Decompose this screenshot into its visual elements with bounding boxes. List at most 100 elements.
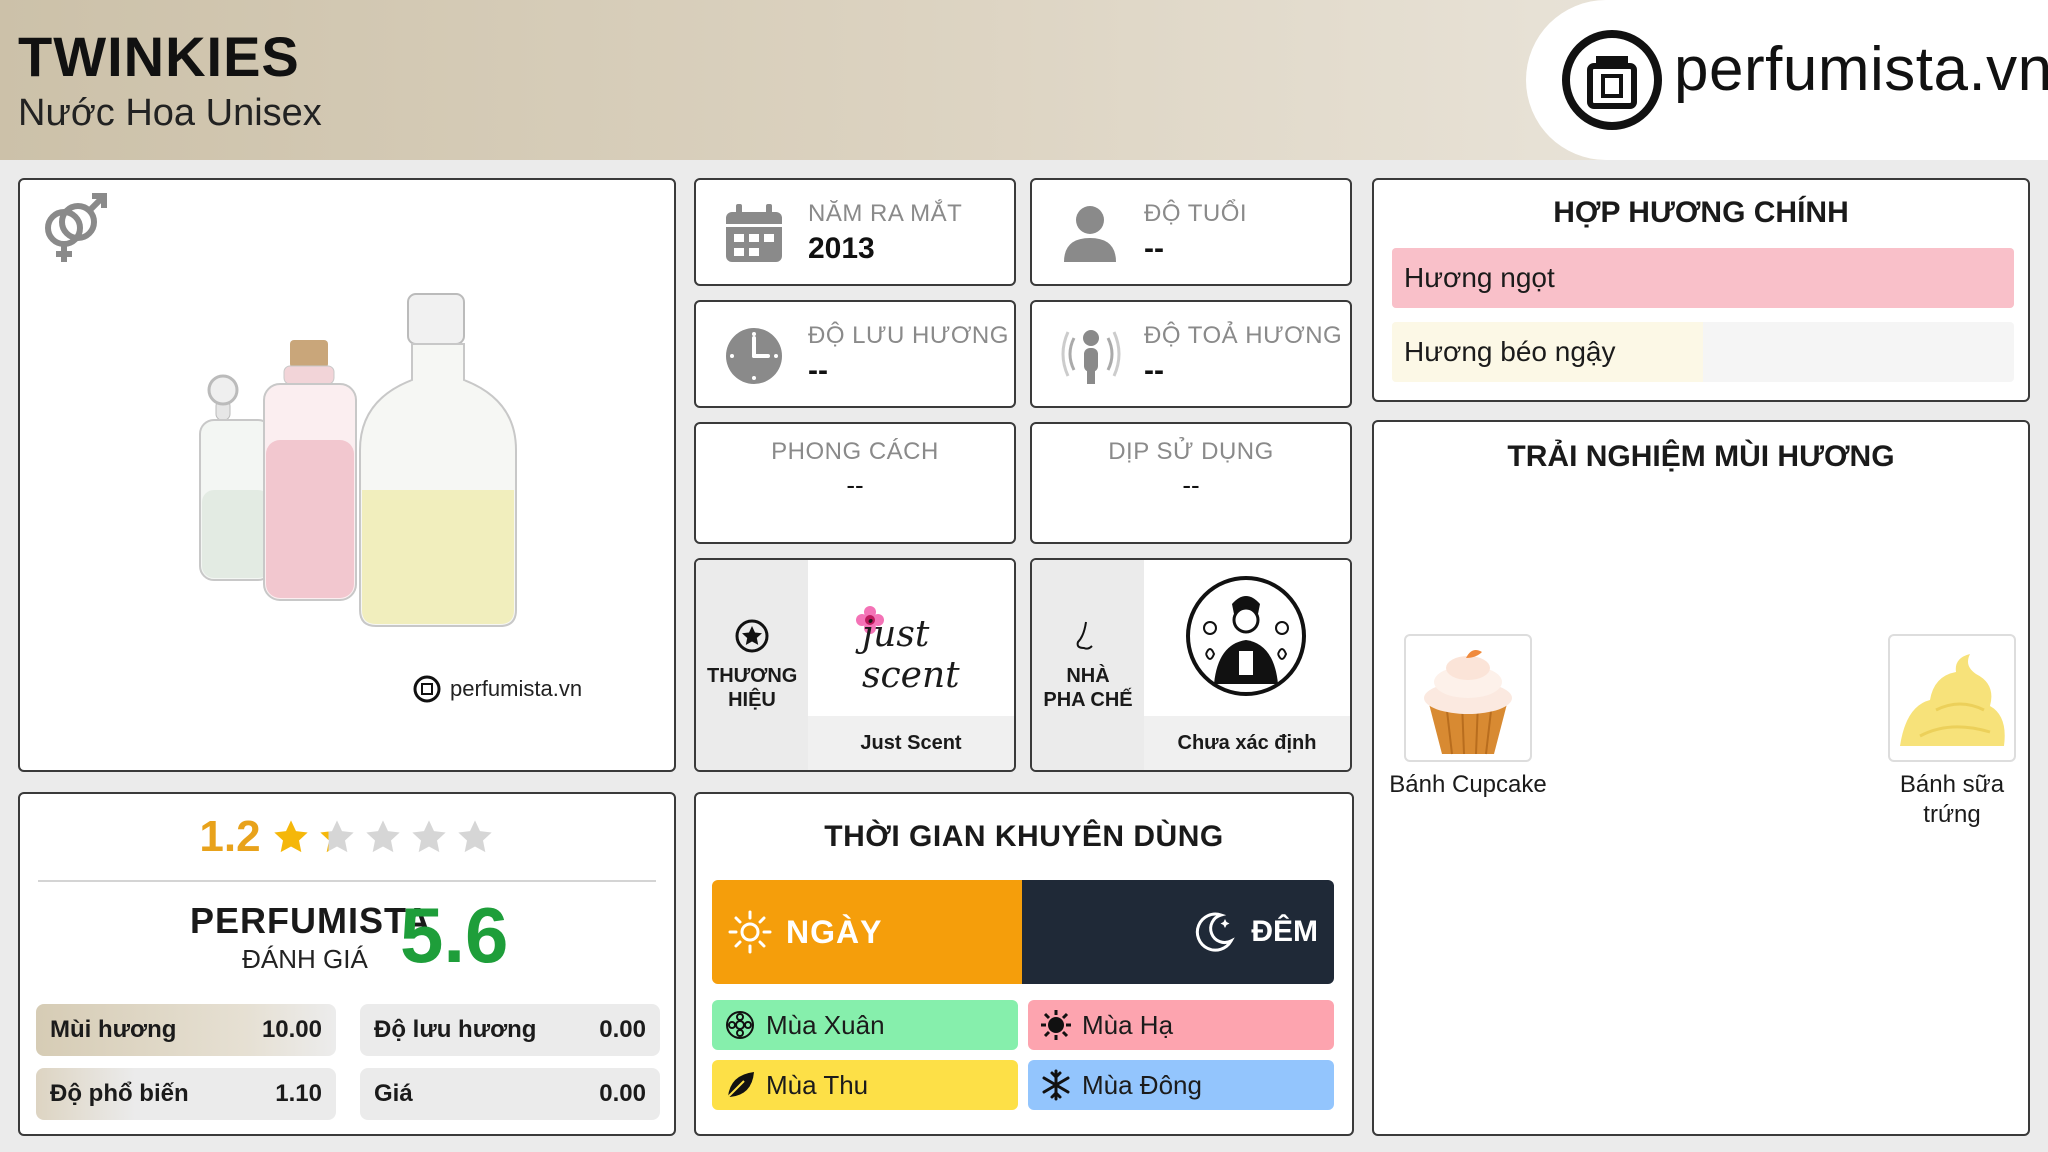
- style-label: PHONG CÁCH: [771, 438, 939, 465]
- occasion-label: DỊP SỬ DỤNG: [1108, 438, 1274, 465]
- sillage-label: ĐỘ TOẢ HƯƠNG: [1144, 322, 1343, 349]
- launch-year-value: 2013: [808, 232, 875, 265]
- brand-logo: just scent: [808, 560, 1014, 712]
- perfume-subtitle: Nước Hoa Unisex: [18, 92, 322, 134]
- brand-logo-text: just scent: [862, 614, 960, 696]
- nose-icon: [1076, 621, 1093, 650]
- style-cell: PHONG CÁCH --: [694, 422, 1016, 544]
- accord-label: Hương béo ngậy: [1404, 336, 1616, 367]
- header: TWINKIES Nước Hoa Unisex perfumista.vn: [0, 0, 2048, 160]
- sun-icon: [728, 910, 772, 954]
- radiating-person-icon: [1060, 324, 1122, 391]
- star-icon: [365, 820, 400, 853]
- note-cupcake[interactable]: Bánh Cupcake: [1388, 634, 1548, 800]
- sillage-cell: ĐỘ TOẢ HƯƠNG --: [1030, 300, 1352, 408]
- perfumer-label-panel: NHÀ PHA CHẾ: [1032, 560, 1144, 770]
- star-icon: [273, 820, 308, 853]
- star-badge-icon: [735, 619, 769, 653]
- perfumista-logo-icon: [413, 675, 441, 703]
- brand-label-panel: THƯƠNG HIỆU: [696, 560, 808, 770]
- age-value: --: [1144, 232, 1164, 265]
- day-label: NGÀY: [786, 913, 883, 950]
- star-icon: [319, 820, 354, 853]
- launch-year-cell: NĂM RA MẮT 2013: [694, 178, 1016, 286]
- person-icon: [1060, 202, 1120, 269]
- sillage-value: --: [1144, 354, 1164, 387]
- metric-label: Độ lưu hương: [374, 1016, 537, 1043]
- site-logo[interactable]: perfumista.vn: [1526, 0, 2048, 160]
- star-icon: [411, 820, 446, 853]
- metric-label: Giá: [374, 1080, 413, 1107]
- occasion-cell: DỊP SỬ DỤNG --: [1030, 422, 1352, 544]
- accord-creamy: Hương béo ngậy: [1392, 322, 2014, 382]
- age-label: ĐỘ TUỔI: [1144, 200, 1248, 227]
- star-rating[interactable]: [271, 817, 495, 857]
- perfumista-title: PERFUMISTA: [190, 900, 432, 941]
- perfume-bottles-image: [199, 293, 517, 627]
- recommended-time-title: THỜI GIAN KHUYÊN DÙNG: [824, 820, 1224, 853]
- custard-image: [1888, 634, 2016, 762]
- scent-experience-title: TRẢI NGHIỆM MÙI HƯƠNG: [1507, 440, 1895, 473]
- summer-sun-icon: [1041, 1010, 1071, 1040]
- brand-label: THƯƠNG HIỆU: [707, 665, 798, 711]
- season-summer: Mùa Hạ: [1028, 1000, 1334, 1050]
- user-rating-score: 1.2: [199, 812, 261, 861]
- accord-label: Hương ngọt: [1404, 262, 1555, 293]
- watermark: perfumista.vn: [412, 674, 582, 704]
- user-rating: 1.2: [20, 812, 674, 862]
- note-custard[interactable]: Bánh sữa trứng: [1872, 634, 2032, 830]
- style-value: --: [846, 470, 864, 500]
- perfumer-name: Chưa xác định: [1144, 716, 1350, 770]
- metric-popularity: Độ phổ biến 1.10: [36, 1068, 336, 1120]
- season-spring: Mùa Xuân: [712, 1000, 1018, 1050]
- occasion-value: --: [1182, 470, 1200, 500]
- metric-label: Độ phổ biến: [50, 1080, 189, 1107]
- metric-value: 0.00: [599, 1016, 646, 1043]
- star-icon: [457, 820, 492, 853]
- perfumer-avatar: [1144, 560, 1350, 712]
- perfumer-cell[interactable]: NHÀ PHA CHẾ Chưa xác định: [1030, 558, 1352, 772]
- main-accords-title: HỢP HƯƠNG CHÍNH: [1553, 196, 1849, 229]
- spring-flower-icon: [726, 1011, 754, 1039]
- longevity-cell: ĐỘ LƯU HƯƠNG --: [694, 300, 1016, 408]
- watermark-text: perfumista.vn: [450, 676, 583, 701]
- cupcake-image: [1404, 634, 1532, 762]
- clock-icon: [724, 326, 784, 391]
- night-label: ĐÊM: [1251, 915, 1318, 948]
- metric-value: 10.00: [261, 1016, 322, 1043]
- note-label: Bánh sữa trứng: [1899, 771, 2005, 828]
- perfumer-label: NHÀ PHA CHẾ: [1043, 665, 1133, 711]
- recommended-time-card: THỜI GIAN KHUYÊN DÙNG NGÀY ĐÊM Mùa Xuân …: [694, 792, 1354, 1136]
- age-cell: ĐỘ TUỔI --: [1030, 178, 1352, 286]
- main-accords-card: HỢP HƯƠNG CHÍNH Hương ngọt Hương béo ngậ…: [1372, 178, 2030, 402]
- product-image-card: perfumista.vn: [18, 178, 676, 772]
- longevity-value: --: [808, 354, 828, 387]
- note-label: Bánh Cupcake: [1389, 771, 1547, 798]
- season-winter: Mùa Đông: [1028, 1060, 1334, 1110]
- metric-label: Mùi hương: [50, 1016, 177, 1043]
- longevity-label: ĐỘ LƯU HƯƠNG: [808, 322, 1009, 349]
- brand-name: Just Scent: [808, 716, 1014, 770]
- accord-sweet: Hương ngọt: [1392, 248, 2014, 308]
- season-label: Mùa Xuân: [766, 1009, 885, 1040]
- season-autumn: Mùa Thu: [712, 1060, 1018, 1110]
- perfume-title: TWINKIES: [18, 25, 300, 88]
- metric-value: 0.00: [599, 1080, 646, 1107]
- day-night-bar: NGÀY ĐÊM: [712, 880, 1334, 984]
- perfumista-subtitle: ĐÁNH GIÁ: [242, 944, 368, 974]
- season-label: Mùa Hạ: [1082, 1009, 1174, 1040]
- moon-icon: [1196, 912, 1236, 952]
- divider: [38, 880, 656, 882]
- season-label: Mùa Thu: [766, 1069, 869, 1100]
- launch-year-label: NĂM RA MẮT: [808, 200, 963, 227]
- logo-text: perfumista.vn: [1674, 35, 2048, 104]
- leaf-icon: [727, 1072, 754, 1098]
- metric-price: Giá 0.00: [360, 1068, 660, 1120]
- brand-cell[interactable]: THƯƠNG HIỆU just scent Just Scent: [694, 558, 1016, 772]
- snowflake-icon: [1042, 1069, 1070, 1101]
- metric-longevity: Độ lưu hương 0.00: [360, 1004, 660, 1056]
- night-segment: ĐÊM: [1022, 880, 1334, 984]
- day-segment: NGÀY: [712, 880, 1022, 984]
- season-label: Mùa Đông: [1082, 1069, 1202, 1100]
- scent-experience-card: TRẢI NGHIỆM MÙI HƯƠNG Bánh Cupcake Bánh …: [1372, 420, 2030, 1136]
